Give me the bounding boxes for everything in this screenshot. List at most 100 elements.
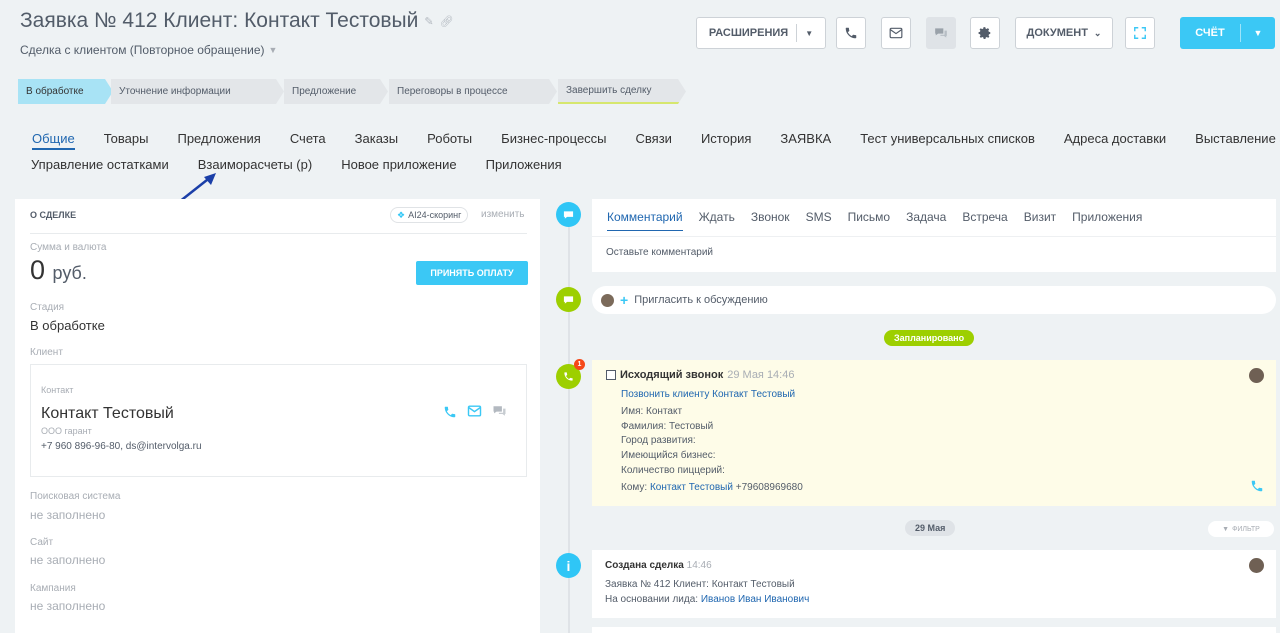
- tab-comment[interactable]: Комментарий: [607, 210, 683, 231]
- stage-label: Переговоры в процессе: [397, 86, 508, 97]
- plus-icon[interactable]: +: [620, 292, 628, 308]
- divider: [592, 236, 1276, 237]
- campaign-label: Кампания: [30, 583, 76, 594]
- stage-item[interactable]: В обработке: [18, 79, 113, 104]
- call-title[interactable]: Исходящий звонок: [620, 369, 723, 381]
- to-contact-link[interactable]: Контакт Тестовый: [650, 482, 733, 493]
- tab-visit[interactable]: Визит: [1024, 210, 1056, 231]
- filter-button[interactable]: ▼ ФИЛЬТР: [1208, 521, 1274, 537]
- call-button[interactable]: [836, 17, 866, 49]
- search-system-label: Поисковая система: [30, 491, 121, 502]
- tab-letter[interactable]: Письмо: [848, 210, 891, 231]
- chevron-down-icon[interactable]: ⌄: [1094, 28, 1102, 39]
- page-title-text: Заявка № 412 Клиент: Контакт Тестовый: [20, 9, 419, 32]
- stage-item[interactable]: Уточнение информации: [111, 79, 284, 104]
- page-title: Заявка № 412 Клиент: Контакт Тестовый ✎ …: [20, 9, 454, 33]
- discussion-dot-icon: [556, 287, 581, 312]
- ai-scoring-badge[interactable]: ❖ AI24-скоринг: [390, 207, 469, 223]
- stage-field-value[interactable]: В обработке: [30, 318, 105, 333]
- tab-new-app[interactable]: Новое приложение: [341, 157, 456, 172]
- phone-icon: [845, 27, 857, 39]
- settings-button[interactable]: [970, 17, 1000, 49]
- call-subject-link[interactable]: Позвонить клиенту Контакт Тестовый: [621, 389, 795, 400]
- stage-item[interactable]: Переговоры в процессе: [389, 79, 557, 104]
- ai-scoring-label: AI24-скоринг: [408, 210, 462, 220]
- accept-payment-button[interactable]: ПРИНЯТЬ ОПЛАТУ: [416, 261, 528, 285]
- tab-stock-management[interactable]: Управление остатками: [31, 157, 169, 172]
- lead-link[interactable]: Иванов Иван Иванович: [701, 594, 810, 605]
- sum-currency: руб.: [52, 263, 87, 283]
- tab-act[interactable]: Выставление акта: [1195, 131, 1280, 150]
- document-button[interactable]: ДОКУМЕНТ ⌄: [1015, 17, 1113, 49]
- tab-sms[interactable]: SMS: [806, 210, 832, 231]
- category-label[interactable]: Сделка с клиентом (Повторное обращение): [20, 43, 265, 57]
- campaign-value[interactable]: не заполнено: [30, 599, 105, 613]
- tab-history[interactable]: История: [701, 131, 751, 150]
- tab-orders[interactable]: Заказы: [355, 131, 398, 150]
- call-detail-line: Имя: Контакт: [621, 406, 683, 417]
- stage-item-finish[interactable]: Завершить сделку: [558, 79, 686, 104]
- tab-products[interactable]: Товары: [104, 131, 149, 150]
- call-detail-line: Фамилия: Тестовый: [621, 421, 714, 432]
- tab-call[interactable]: Звонок: [751, 210, 790, 231]
- comment-dot-icon: [556, 202, 581, 227]
- edit-pencil-icon[interactable]: ✎: [424, 15, 433, 28]
- contact-name[interactable]: Контакт Тестовый: [41, 405, 174, 423]
- fullscreen-button[interactable]: [1125, 17, 1155, 49]
- tab-business-processes[interactable]: Бизнес-процессы: [501, 131, 606, 150]
- next-timeline-card: [592, 627, 1276, 633]
- tab-invoices[interactable]: Счета: [290, 131, 326, 150]
- chevron-down-icon[interactable]: ▼: [1241, 28, 1275, 38]
- sum-value[interactable]: 0 руб.: [30, 255, 87, 286]
- tab-offers[interactable]: Предложения: [177, 131, 260, 150]
- tab-apps[interactable]: Приложения: [486, 157, 562, 172]
- site-label: Сайт: [30, 537, 54, 548]
- chevron-down-icon[interactable]: ▼: [805, 29, 813, 38]
- phone-icon[interactable]: [1250, 479, 1264, 496]
- extensions-label[interactable]: РАСШИРЕНИЯ: [709, 27, 788, 39]
- bill-label[interactable]: СЧЁТ: [1180, 27, 1240, 39]
- tab-meeting[interactable]: Встреча: [962, 210, 1007, 231]
- search-system-value[interactable]: не заполнено: [30, 508, 105, 522]
- envelope-icon[interactable]: [467, 405, 482, 417]
- tab-delivery-addresses[interactable]: Адреса доставки: [1064, 131, 1166, 150]
- filter-label: ФИЛЬТР: [1232, 525, 1260, 533]
- created-line-2: На основании лида: Иванов Иван Иванович: [605, 594, 809, 605]
- scoring-icon: ❖: [397, 209, 406, 220]
- tab-apps[interactable]: Приложения: [1072, 210, 1142, 231]
- envelope-icon: [889, 27, 903, 39]
- change-link[interactable]: изменить: [481, 209, 525, 220]
- stage-item[interactable]: Предложение: [284, 79, 388, 104]
- avatar[interactable]: [1249, 558, 1264, 573]
- call-detail-line: Количество пиццерий:: [621, 465, 725, 476]
- avatar: [601, 293, 614, 307]
- bill-button[interactable]: СЧЁТ ▼: [1180, 17, 1275, 49]
- tab-wait[interactable]: Ждать: [699, 210, 735, 231]
- client-label: Клиент: [30, 347, 63, 358]
- tab-task[interactable]: Задача: [906, 210, 946, 231]
- gear-icon: [978, 27, 991, 39]
- complete-checkbox[interactable]: [606, 370, 616, 380]
- chat-button[interactable]: [926, 17, 956, 49]
- category-selector[interactable]: Сделка с клиентом (Повторное обращение) …: [20, 43, 277, 57]
- extensions-button[interactable]: РАСШИРЕНИЯ ▼: [696, 17, 826, 49]
- tab-robots[interactable]: Роботы: [427, 131, 472, 150]
- link-icon[interactable]: 🔗︎: [440, 15, 454, 28]
- phone-icon[interactable]: [443, 405, 457, 419]
- chevron-down-icon[interactable]: ▼: [269, 45, 278, 55]
- chat-icon[interactable]: [492, 405, 507, 417]
- invite-label: Пригласить к обсуждению: [634, 294, 768, 306]
- contact-actions: [443, 405, 507, 419]
- tab-relations[interactable]: Связи: [636, 131, 672, 150]
- tab-universal-lists-test[interactable]: Тест универсальных списков: [860, 131, 1035, 150]
- created-title-text: Создана сделка: [605, 560, 684, 571]
- site-value[interactable]: не заполнено: [30, 553, 105, 567]
- comment-input[interactable]: Оставьте комментарий: [606, 247, 713, 258]
- email-button[interactable]: [881, 17, 911, 49]
- tab-application[interactable]: ЗАЯВКА: [780, 131, 831, 150]
- tab-general[interactable]: Общие: [32, 131, 75, 150]
- avatar[interactable]: [1249, 368, 1264, 383]
- stage-label: Уточнение информации: [119, 86, 231, 97]
- document-label[interactable]: ДОКУМЕНТ: [1027, 27, 1088, 39]
- invite-to-discussion[interactable]: + Пригласить к обсуждению: [592, 286, 1276, 314]
